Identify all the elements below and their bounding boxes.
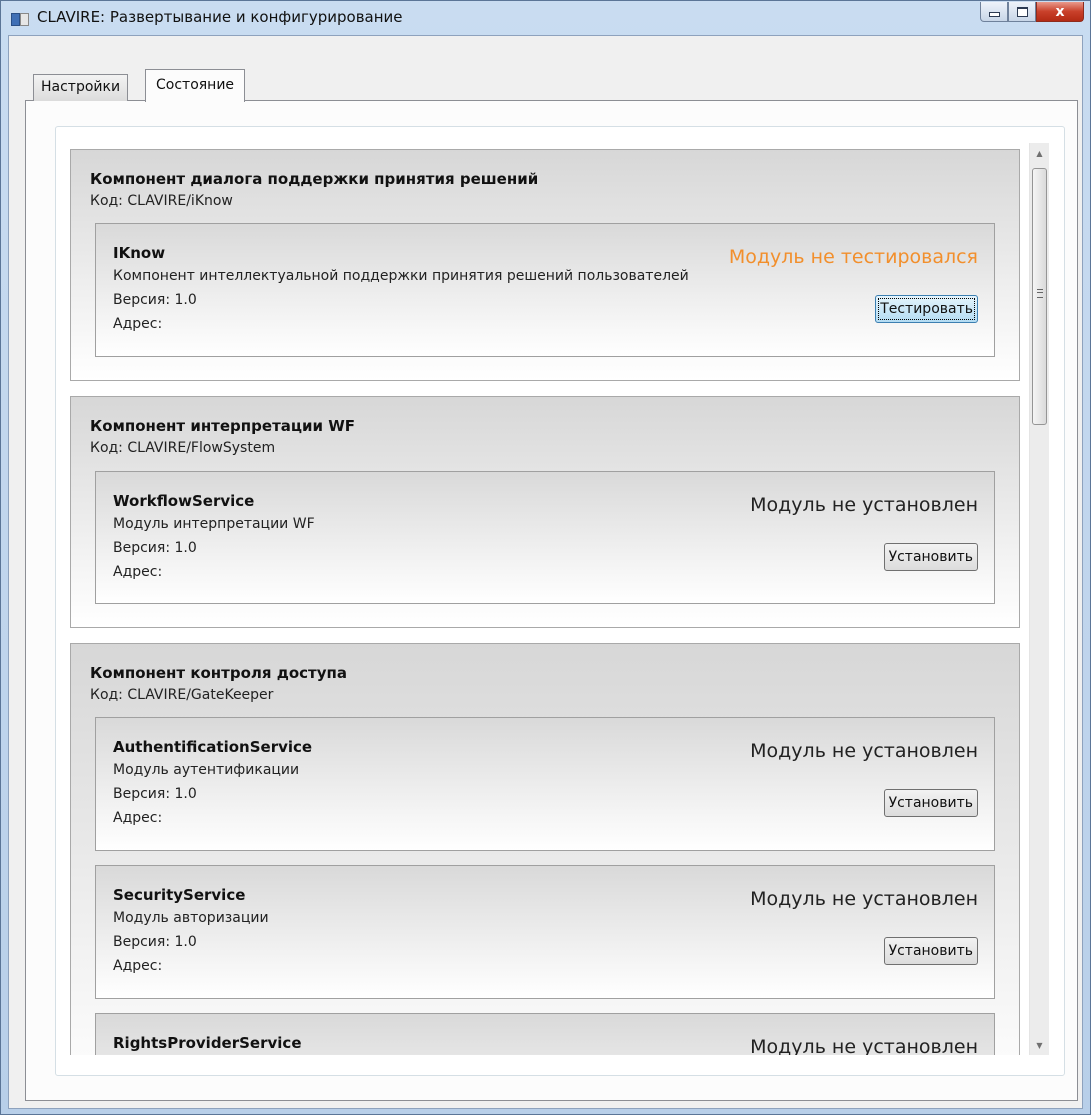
module-description: Модуль аутентификации bbox=[113, 762, 300, 778]
module-status: Модуль не тестировался bbox=[728, 246, 978, 268]
component-title: Компонент контроля доступа bbox=[90, 664, 348, 682]
scroll-down-arrow-icon[interactable]: ▼ bbox=[1030, 1035, 1049, 1055]
test-button[interactable]: Тестировать bbox=[875, 295, 978, 323]
module-status: Модуль не установлен bbox=[750, 888, 978, 910]
module-description: Модуль авторизации bbox=[113, 910, 269, 926]
module-card: WorkflowService Модуль интерпретации WF … bbox=[95, 471, 995, 604]
module-name: AuthentificationService bbox=[113, 738, 313, 756]
scroll-up-arrow-icon[interactable]: ▲ bbox=[1030, 143, 1049, 163]
module-address: Адрес: bbox=[113, 810, 163, 826]
tab-settings[interactable]: Настройки bbox=[33, 74, 129, 101]
install-button[interactable]: Установить bbox=[883, 937, 978, 965]
tab-status[interactable]: Состояние bbox=[145, 69, 246, 102]
minimize-icon bbox=[988, 12, 1000, 17]
component-title: Компонент диалога поддержки принятия реш… bbox=[90, 170, 539, 188]
module-description: Модуль интерпретации WF bbox=[113, 516, 315, 532]
module-description: Компонент интеллектуальной поддержки при… bbox=[113, 268, 689, 284]
maximize-button[interactable] bbox=[1008, 2, 1036, 22]
module-status: Модуль не установлен bbox=[750, 1036, 978, 1055]
module-version: Версия: 1.0 bbox=[113, 934, 197, 950]
title-bar[interactable]: CLAVIRE: Развертывание и конфигурировани… bbox=[1, 1, 1090, 35]
module-card: AuthentificationService Модуль аутентифи… bbox=[95, 717, 995, 851]
minimize-button[interactable] bbox=[980, 2, 1008, 22]
module-version: Версия: 1.0 bbox=[113, 786, 197, 802]
module-address: Адрес: bbox=[113, 958, 163, 974]
component-code: Код: CLAVIRE/iKnow bbox=[90, 193, 233, 209]
install-button[interactable]: Установить bbox=[883, 789, 978, 817]
module-card: SecurityService Модуль авторизации Верси… bbox=[95, 865, 995, 999]
module-name: IKnow bbox=[113, 244, 166, 262]
module-card: RightsProviderService Модуль не установл… bbox=[95, 1013, 995, 1055]
vertical-scrollbar[interactable]: ▲ ▼ bbox=[1029, 143, 1049, 1055]
module-address: Адрес: bbox=[113, 564, 163, 580]
module-name: RightsProviderService bbox=[113, 1034, 302, 1052]
component-title: Компонент интерпретации WF bbox=[90, 417, 356, 435]
module-name: WorkflowService bbox=[113, 492, 255, 510]
component-card: Компонент контроля доступа Код: CLAVIRE/… bbox=[70, 643, 1020, 1055]
component-card: Компонент интерпретации WF Код: CLAVIRE/… bbox=[70, 396, 1020, 628]
window-title: CLAVIRE: Развертывание и конфигурировани… bbox=[37, 8, 403, 26]
window-controls: x bbox=[980, 2, 1084, 22]
components-list: Компонент диалога поддержки принятия реш… bbox=[70, 149, 1020, 1055]
install-button[interactable]: Установить bbox=[883, 543, 978, 571]
module-version: Версия: 1.0 bbox=[113, 292, 197, 308]
scrollbar-thumb[interactable] bbox=[1032, 168, 1047, 425]
module-status: Модуль не установлен bbox=[750, 740, 978, 762]
module-status: Модуль не установлен bbox=[750, 494, 978, 516]
component-code: Код: CLAVIRE/FlowSystem bbox=[90, 440, 276, 456]
grip-icon bbox=[1037, 289, 1043, 298]
component-card: Компонент диалога поддержки принятия реш… bbox=[70, 149, 1020, 381]
module-version: Версия: 1.0 bbox=[113, 540, 197, 556]
module-name: SecurityService bbox=[113, 886, 246, 904]
module-card: IKnow Компонент интеллектуальной поддерж… bbox=[95, 223, 995, 357]
component-code: Код: CLAVIRE/GateKeeper bbox=[90, 687, 274, 703]
close-button[interactable]: x bbox=[1036, 2, 1084, 22]
app-icon bbox=[11, 11, 29, 27]
module-address: Адрес: bbox=[113, 316, 163, 332]
maximize-icon bbox=[1016, 6, 1028, 17]
close-icon: x bbox=[1055, 3, 1065, 20]
app-window: CLAVIRE: Развертывание и конфигурировани… bbox=[0, 0, 1091, 1115]
